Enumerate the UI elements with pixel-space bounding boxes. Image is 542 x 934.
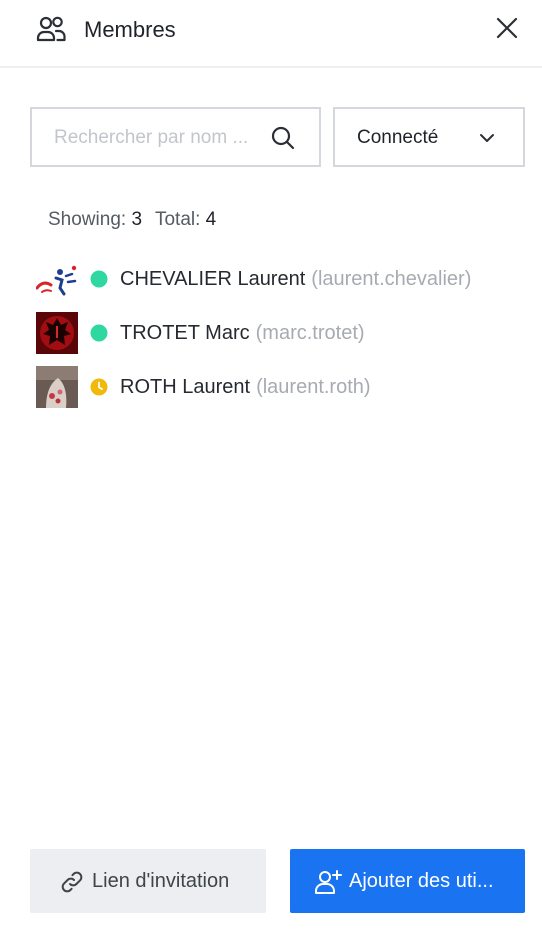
avatar	[36, 366, 78, 408]
link-icon	[61, 871, 83, 893]
avatar	[36, 312, 78, 354]
search-field[interactable]	[30, 107, 321, 167]
member-list: CHEVALIER Laurent (laurent.chevalier) TRO…	[0, 256, 542, 418]
list-item[interactable]: CHEVALIER Laurent (laurent.chevalier)	[0, 256, 542, 310]
page-title: Membres	[84, 17, 176, 42]
member-name: TROTET Marc (marc.trotet)	[120, 320, 365, 346]
member-display-name: CHEVALIER Laurent	[120, 268, 306, 290]
list-item[interactable]: ROTH Laurent (laurent.roth)	[0, 364, 542, 418]
invite-link-button[interactable]: Lien d'invitation	[30, 849, 266, 913]
away-status-icon	[90, 378, 108, 396]
showing-count: 3	[131, 209, 143, 230]
status-filter-value: Connecté	[357, 127, 439, 148]
member-username: (laurent.roth)	[256, 376, 371, 398]
close-icon[interactable]	[494, 15, 520, 41]
showing-label: Showing:	[48, 209, 127, 230]
panel-header: Membres	[0, 0, 542, 68]
search-input[interactable]	[54, 125, 264, 151]
total-count: 4	[205, 209, 217, 230]
member-name: ROTH Laurent (laurent.roth)	[120, 374, 371, 400]
member-display-name: ROTH Laurent	[120, 376, 251, 398]
online-status-icon	[90, 270, 108, 288]
add-user-icon	[315, 870, 342, 894]
add-users-button[interactable]: Ajouter des uti...	[290, 849, 525, 913]
chevron-down-icon	[480, 134, 494, 142]
avatar	[36, 258, 78, 300]
list-item[interactable]: TROTET Marc (marc.trotet)	[0, 310, 542, 364]
invite-link-label: Lien d'invitation	[92, 870, 230, 892]
online-status-icon	[90, 324, 108, 342]
member-username: (marc.trotet)	[255, 322, 365, 344]
member-name: CHEVALIER Laurent (laurent.chevalier)	[120, 266, 471, 292]
member-username: (laurent.chevalier)	[311, 268, 472, 290]
add-users-label: Ajouter des uti...	[349, 870, 494, 892]
status-filter-select[interactable]: Connecté	[333, 107, 525, 167]
total-label: Total:	[154, 209, 201, 230]
search-icon[interactable]	[270, 125, 296, 151]
member-display-name: TROTET Marc	[120, 322, 250, 344]
users-icon	[36, 16, 66, 42]
member-counts: Showing: 3 Total: 4	[48, 207, 216, 233]
